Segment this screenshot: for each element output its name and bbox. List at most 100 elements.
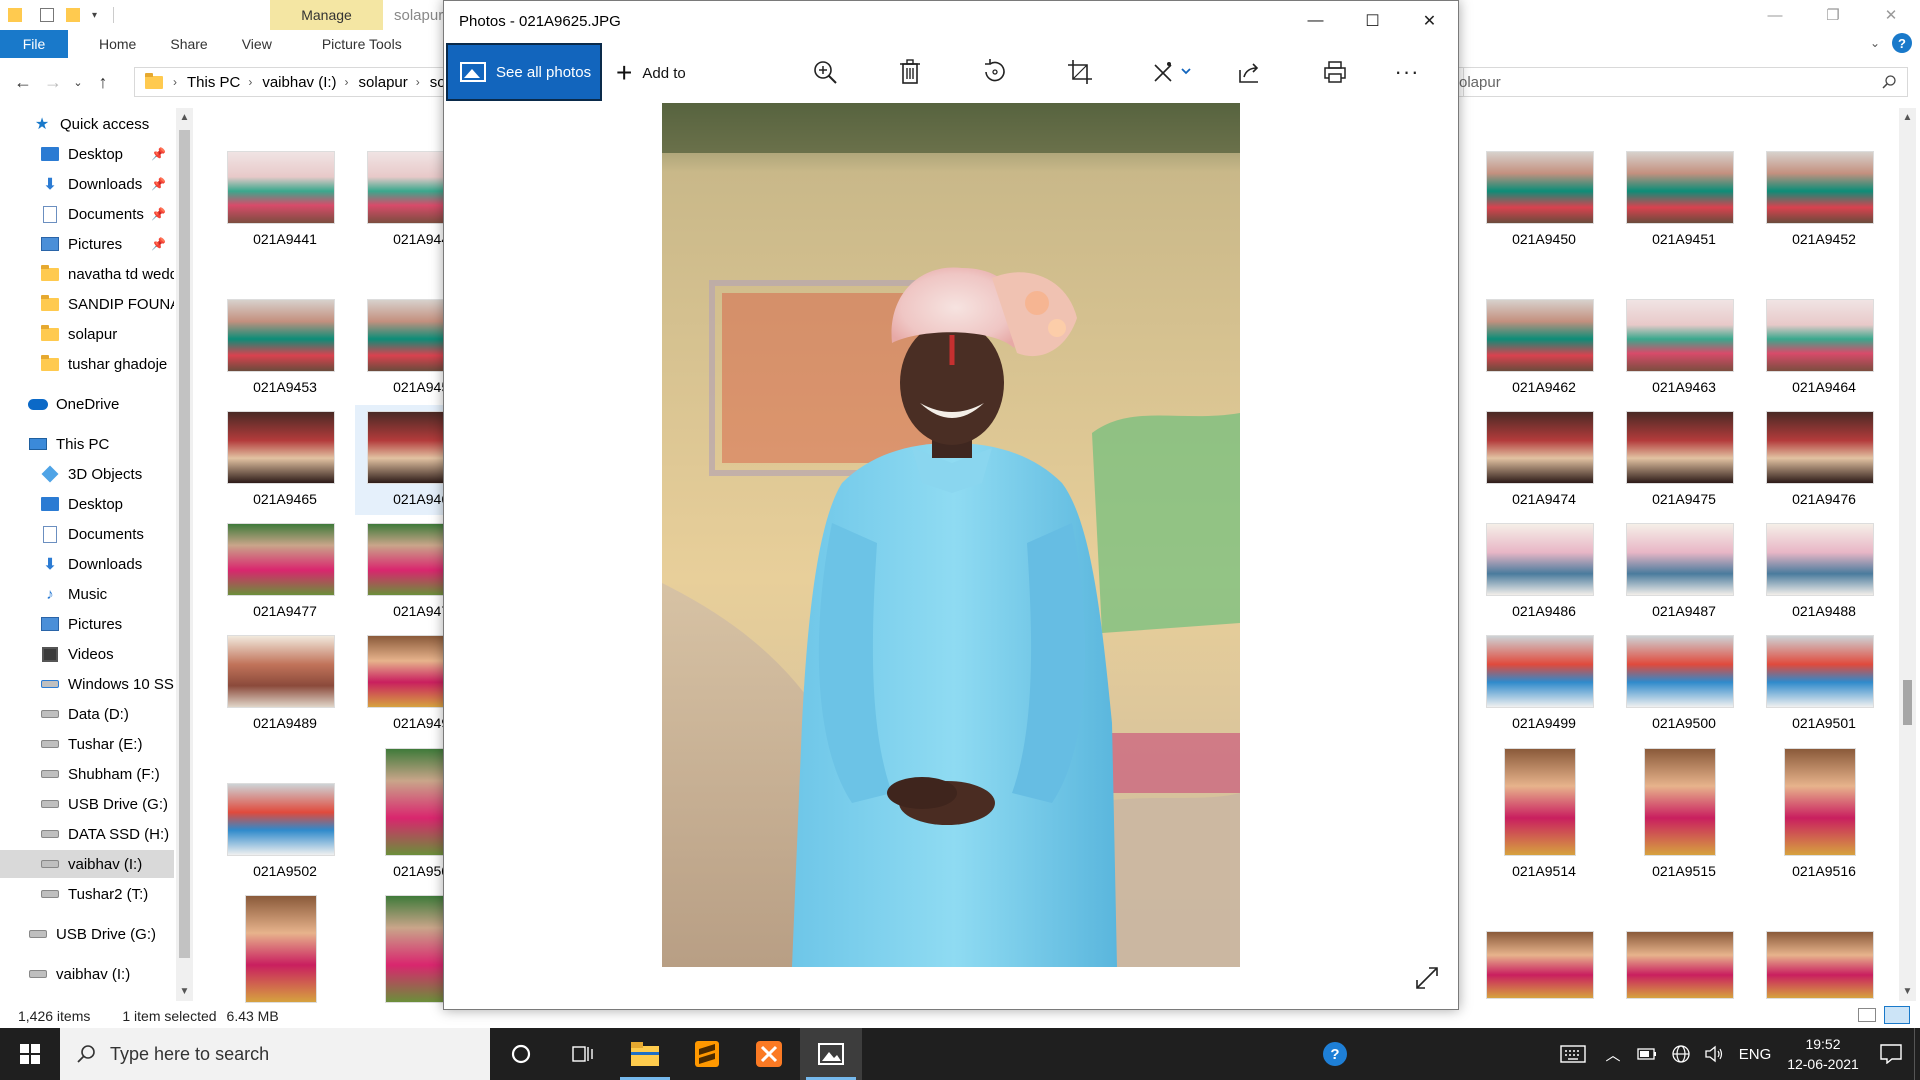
notification-icon[interactable] bbox=[1868, 1044, 1914, 1064]
close-icon[interactable]: ✕ bbox=[1862, 0, 1920, 30]
add-to-button[interactable]: + Add to bbox=[616, 59, 686, 87]
nav-vaibhav[interactable]: vaibhav (I:) bbox=[0, 960, 174, 988]
close-icon[interactable]: ✕ bbox=[1401, 1, 1458, 41]
search-input[interactable]: olapur bbox=[1456, 67, 1908, 97]
scroll-thumb[interactable] bbox=[1903, 680, 1912, 725]
nav-this-pc[interactable]: This PC bbox=[0, 430, 174, 458]
pin-icon[interactable]: 📌 bbox=[151, 207, 166, 221]
taskbar-file-explorer[interactable] bbox=[614, 1028, 676, 1080]
file-item[interactable]: 021A9464 bbox=[1754, 299, 1874, 409]
print-icon[interactable] bbox=[1320, 57, 1350, 87]
tab-home[interactable]: Home bbox=[82, 36, 153, 52]
file-item[interactable] bbox=[1474, 931, 1594, 1001]
breadcrumb-vaibhav[interactable]: vaibhav (I:) bbox=[262, 74, 336, 91]
scroll-down-icon[interactable]: ▼ bbox=[179, 986, 190, 997]
tab-file[interactable]: File bbox=[0, 30, 68, 58]
file-item[interactable] bbox=[215, 895, 335, 1005]
large-icons-view-icon[interactable] bbox=[1884, 1006, 1910, 1024]
see-all-photos-button[interactable]: See all photos bbox=[446, 43, 602, 101]
touch-keyboard-icon[interactable] bbox=[1550, 1045, 1596, 1063]
file-item[interactable]: 021A9516 bbox=[1754, 748, 1874, 893]
breadcrumb-this-pc[interactable]: This PC bbox=[187, 74, 240, 91]
scroll-thumb[interactable] bbox=[179, 130, 190, 958]
nav-item-drive-e[interactable]: Tushar (E:) bbox=[0, 730, 174, 758]
cortana-button[interactable] bbox=[490, 1028, 552, 1080]
nav-item-desktop[interactable]: Desktop 📌 bbox=[0, 140, 174, 168]
nav-item-documents[interactable]: Documents 📌 bbox=[0, 200, 174, 228]
start-button[interactable] bbox=[0, 1028, 60, 1080]
file-item[interactable]: 021A9500 bbox=[1614, 635, 1734, 745]
maximize-icon[interactable]: ☐ bbox=[1344, 1, 1401, 41]
file-item[interactable]: 021A9453 bbox=[215, 299, 335, 409]
show-desktop-button[interactable] bbox=[1914, 1028, 1920, 1080]
file-item[interactable]: 021A9476 bbox=[1754, 411, 1874, 521]
network-globe-icon[interactable] bbox=[1664, 1044, 1698, 1064]
nav-item-solapur[interactable]: solapur bbox=[0, 320, 174, 348]
file-item[interactable]: 021A9488 bbox=[1754, 523, 1874, 633]
fullscreen-icon[interactable] bbox=[1414, 965, 1440, 995]
taskbar-xampp[interactable] bbox=[738, 1028, 800, 1080]
details-view-icon[interactable] bbox=[1858, 1008, 1876, 1022]
file-item[interactable]: 021A9486 bbox=[1474, 523, 1594, 633]
nav-item-navatha[interactable]: navatha td wedding bbox=[0, 260, 174, 288]
nav-item-music[interactable]: ♪ Music bbox=[0, 580, 174, 608]
pin-icon[interactable]: 📌 bbox=[151, 177, 166, 191]
properties-icon[interactable] bbox=[40, 8, 54, 22]
nav-onedrive[interactable]: OneDrive bbox=[0, 390, 174, 418]
file-item[interactable]: 021A9502 bbox=[215, 783, 335, 893]
taskbar-photos[interactable] bbox=[800, 1028, 862, 1080]
manage-tab[interactable]: Manage bbox=[270, 0, 383, 30]
nav-item-drive-f[interactable]: Shubham (F:) bbox=[0, 760, 174, 788]
scroll-down-icon[interactable]: ▼ bbox=[1902, 986, 1913, 997]
battery-icon[interactable] bbox=[1630, 1048, 1664, 1060]
minimize-icon[interactable]: — bbox=[1287, 1, 1344, 41]
tab-picture-tools[interactable]: Picture Tools bbox=[305, 36, 419, 52]
nav-item-drive-h[interactable]: DATA SSD (H:) bbox=[0, 820, 174, 848]
nav-item-drive-g[interactable]: USB Drive (G:) bbox=[0, 790, 174, 818]
nav-item-drive-c[interactable]: Windows 10 SSD (C:) bbox=[0, 670, 174, 698]
file-item[interactable]: 021A9450 bbox=[1474, 151, 1594, 261]
scroll-up-icon[interactable]: ▲ bbox=[179, 112, 190, 123]
file-item[interactable]: 021A9474 bbox=[1474, 411, 1594, 521]
nav-item-tushar[interactable]: tushar ghadoje bbox=[0, 350, 174, 378]
up-icon[interactable]: ↑ bbox=[88, 67, 118, 97]
file-item[interactable]: 021A9477 bbox=[215, 523, 335, 633]
forward-icon[interactable]: → bbox=[38, 67, 68, 97]
pin-icon[interactable]: 📌 bbox=[151, 237, 166, 251]
nav-item-pc-desktop[interactable]: Desktop bbox=[0, 490, 174, 518]
taskbar-search-input[interactable]: Type here to search bbox=[60, 1028, 490, 1080]
file-item[interactable] bbox=[1614, 931, 1734, 1001]
tab-share[interactable]: Share bbox=[153, 36, 224, 52]
nav-item-downloads[interactable]: ⬇ Downloads 📌 bbox=[0, 170, 174, 198]
crop-icon[interactable] bbox=[1065, 57, 1095, 87]
task-view-button[interactable] bbox=[552, 1028, 614, 1080]
file-item[interactable]: 021A9465 bbox=[215, 411, 335, 521]
nav-item-3d-objects[interactable]: 3D Objects bbox=[0, 460, 174, 488]
restore-icon[interactable]: ❐ bbox=[1804, 0, 1862, 30]
recent-locations-icon[interactable]: ⌄ bbox=[68, 67, 88, 97]
breadcrumb-solapur[interactable]: solapur bbox=[359, 74, 408, 91]
photo-viewer[interactable] bbox=[662, 103, 1240, 967]
customize-qat-icon[interactable]: ▾ bbox=[92, 10, 97, 21]
nav-scrollbar[interactable]: ▲ ▼ bbox=[176, 108, 193, 1001]
nav-item-drive-d[interactable]: Data (D:) bbox=[0, 700, 174, 728]
nav-usb-drive[interactable]: USB Drive (G:) bbox=[0, 920, 174, 948]
file-item[interactable]: 021A9475 bbox=[1614, 411, 1734, 521]
file-item[interactable]: 021A9441 bbox=[215, 151, 335, 261]
delete-icon[interactable] bbox=[895, 57, 925, 87]
file-item[interactable]: 021A9501 bbox=[1754, 635, 1874, 745]
nav-quick-access[interactable]: ★ Quick access bbox=[0, 110, 174, 138]
new-folder-icon[interactable] bbox=[66, 8, 80, 22]
file-item[interactable]: 021A9515 bbox=[1614, 748, 1734, 893]
file-item[interactable]: 021A9463 bbox=[1614, 299, 1734, 409]
taskbar-sublime-text[interactable] bbox=[676, 1028, 738, 1080]
nav-item-pc-pictures[interactable]: Pictures bbox=[0, 610, 174, 638]
content-scrollbar[interactable]: ▲ ▼ bbox=[1899, 108, 1916, 1001]
minimize-icon[interactable]: — bbox=[1746, 0, 1804, 30]
file-item[interactable]: 021A9462 bbox=[1474, 299, 1594, 409]
file-item[interactable]: 021A9487 bbox=[1614, 523, 1734, 633]
nav-item-pictures[interactable]: Pictures 📌 bbox=[0, 230, 174, 258]
file-item[interactable]: 021A9489 bbox=[215, 635, 335, 745]
file-item[interactable]: 021A9514 bbox=[1474, 748, 1594, 893]
help-icon[interactable]: ? bbox=[1892, 33, 1912, 53]
